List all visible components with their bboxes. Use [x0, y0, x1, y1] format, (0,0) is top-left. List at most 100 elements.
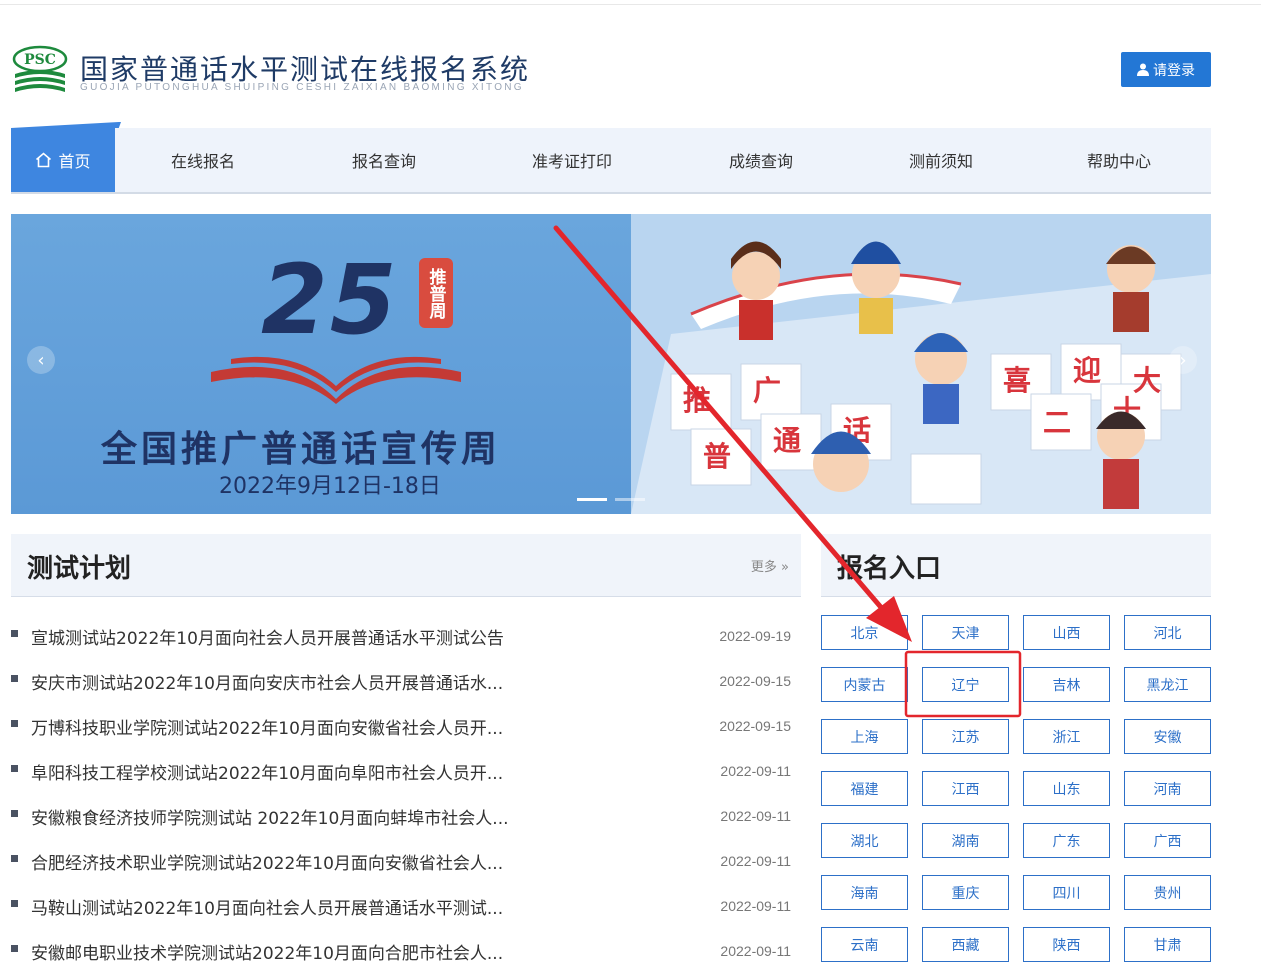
province-button[interactable]: 山西: [1023, 615, 1110, 650]
banner-title: 全国推广普通话宣传周: [101, 429, 502, 470]
news-date: 2022-09-19: [719, 628, 791, 644]
province-button[interactable]: 河北: [1124, 615, 1211, 650]
province-button[interactable]: 四川: [1023, 875, 1110, 910]
province-button[interactable]: 江西: [922, 771, 1009, 806]
home-icon: [36, 152, 52, 168]
tile-guang: 广: [753, 374, 781, 407]
banner-carousel[interactable]: 25 推普周 全国推广普通话宣传周 2022年9月12日-18日 推 广 普 通…: [11, 214, 1211, 514]
province-button[interactable]: 云南: [821, 927, 908, 962]
list-item[interactable]: 万博科技职业学院测试站2022年10月面向安徽省社会人员开... 2022-09-…: [11, 704, 791, 749]
province-button[interactable]: 广西: [1124, 823, 1211, 858]
news-title[interactable]: 宣城测试站2022年10月面向社会人员开展普通话水平测试公告: [31, 624, 531, 649]
province-button[interactable]: 北京: [821, 615, 908, 650]
site-subtitle: GUOJIA PUTONGHUA SHUIPING CESHI ZAIXIAN …: [80, 82, 524, 93]
entry-header: 报名入口: [821, 534, 1211, 597]
bullet-icon: [11, 720, 18, 727]
province-button[interactable]: 天津: [922, 615, 1009, 650]
svg-text:PSC: PSC: [24, 52, 56, 68]
user-icon: [1137, 63, 1149, 76]
province-button[interactable]: 吉林: [1023, 667, 1110, 702]
nav-admission-ticket[interactable]: 准考证打印: [477, 128, 667, 192]
news-title[interactable]: 安徽粮食经济技师学院测试站 2022年10月面向蚌埠市社会人...: [31, 804, 531, 829]
news-date: 2022-09-11: [720, 808, 791, 824]
list-item[interactable]: 马鞍山测试站2022年10月面向社会人员开展普通话水平测试... 2022-09-…: [11, 884, 791, 929]
province-button[interactable]: 甘肃: [1124, 927, 1211, 962]
bullet-icon: [11, 900, 18, 907]
nav-pre-test-notice[interactable]: 测前须知: [855, 128, 1027, 192]
more-link[interactable]: 更多 »: [751, 556, 789, 575]
province-grid: 北京 天津 山西 河北 内蒙古 辽宁 吉林 黑龙江 上海 江苏 浙江 安徽 福建…: [821, 615, 1213, 962]
login-button[interactable]: 请登录: [1121, 52, 1211, 87]
province-button[interactable]: 陕西: [1023, 927, 1110, 962]
plans-list: 宣城测试站2022年10月面向社会人员开展普通话水平测试公告 2022-09-19…: [11, 614, 791, 974]
province-button[interactable]: 贵州: [1124, 875, 1211, 910]
plans-title: 测试计划: [27, 554, 132, 584]
plans-header: 测试计划 更多 »: [11, 534, 801, 597]
province-button[interactable]: 重庆: [922, 875, 1009, 910]
news-title[interactable]: 安庆市测试站2022年10月面向安庆市社会人员开展普通话水...: [31, 669, 531, 694]
tile-pu: 普: [703, 440, 731, 473]
list-item[interactable]: 安庆市测试站2022年10月面向安庆市社会人员开展普通话水... 2022-09-…: [11, 659, 791, 704]
list-item[interactable]: 阜阳科技工程学校测试站2022年10月面向阜阳市社会人员开... 2022-09-…: [11, 749, 791, 794]
bullet-icon: [11, 675, 18, 682]
psc-logo: PSC: [12, 45, 68, 92]
list-item[interactable]: 安徽邮电职业技术学院测试站2022年10月面向合肥市社会人... 2022-09-…: [11, 929, 791, 974]
banner-number: 25: [261, 244, 399, 356]
login-label: 请登录: [1153, 62, 1195, 79]
news-title[interactable]: 万博科技职业学院测试站2022年10月面向安徽省社会人员开...: [31, 714, 531, 739]
book-icon: [211, 356, 461, 404]
province-button[interactable]: 安徽: [1124, 719, 1211, 754]
province-button[interactable]: 湖北: [821, 823, 908, 858]
list-item[interactable]: 宣城测试站2022年10月面向社会人员开展普通话水平测试公告 2022-09-19: [11, 614, 791, 659]
province-button[interactable]: 西藏: [922, 927, 1009, 962]
bullet-icon: [11, 630, 18, 637]
nav-score-query[interactable]: 成绩查询: [667, 128, 855, 192]
province-button[interactable]: 湖南: [922, 823, 1009, 858]
nav-home[interactable]: 首页: [11, 128, 115, 192]
banner-illustration: 推 广 普 通 话 喜 迎 二 十 大: [631, 214, 1211, 514]
banner-date: 2022年9月12日-18日: [219, 474, 441, 499]
nav-online-registration[interactable]: 在线报名: [115, 128, 291, 192]
carousel-dot-2[interactable]: [615, 498, 645, 501]
nav-registration-query[interactable]: 报名查询: [291, 128, 477, 192]
news-title[interactable]: 安徽邮电职业技术学院测试站2022年10月面向合肥市社会人...: [31, 939, 531, 964]
tile-ying: 迎: [1073, 354, 1101, 387]
bullet-icon: [11, 765, 18, 772]
news-title[interactable]: 马鞍山测试站2022年10月面向社会人员开展普通话水平测试...: [31, 894, 531, 919]
double-chevron-icon: »: [781, 560, 789, 575]
province-button[interactable]: 福建: [821, 771, 908, 806]
bullet-icon: [11, 855, 18, 862]
province-button[interactable]: 山东: [1023, 771, 1110, 806]
bullet-icon: [11, 945, 18, 952]
province-button[interactable]: 海南: [821, 875, 908, 910]
carousel-dot-1[interactable]: [577, 498, 607, 501]
carousel-prev-button[interactable]: ‹: [27, 346, 55, 374]
province-button[interactable]: 广东: [1023, 823, 1110, 858]
tile-xi: 喜: [1003, 364, 1031, 397]
news-date: 2022-09-11: [720, 943, 791, 959]
list-item[interactable]: 合肥经济技术职业学院测试站2022年10月面向安徽省社会人... 2022-09-…: [11, 839, 791, 884]
nav-home-label: 首页: [58, 152, 91, 171]
nav-help-center[interactable]: 帮助中心: [1027, 128, 1211, 192]
entry-title: 报名入口: [837, 554, 942, 584]
province-button[interactable]: 内蒙古: [821, 667, 908, 702]
news-date: 2022-09-11: [720, 853, 791, 869]
news-title[interactable]: 合肥经济技术职业学院测试站2022年10月面向安徽省社会人...: [31, 849, 531, 874]
news-date: 2022-09-11: [720, 763, 791, 779]
news-date: 2022-09-15: [719, 718, 791, 734]
province-button[interactable]: 上海: [821, 719, 908, 754]
province-button[interactable]: 江苏: [922, 719, 1009, 754]
list-item[interactable]: 安徽粮食经济技师学院测试站 2022年10月面向蚌埠市社会人... 2022-09…: [11, 794, 791, 839]
banner-tag: 推普周: [419, 258, 453, 328]
province-button[interactable]: 黑龙江: [1124, 667, 1211, 702]
tile-er: 二: [1043, 406, 1071, 439]
news-date: 2022-09-15: [719, 673, 791, 689]
province-button[interactable]: 河南: [1124, 771, 1211, 806]
province-button[interactable]: 浙江: [1023, 719, 1110, 754]
main-nav: 首页 在线报名 报名查询 准考证打印 成绩查询 测前须知 帮助中心: [11, 128, 1211, 194]
news-title[interactable]: 阜阳科技工程学校测试站2022年10月面向阜阳市社会人员开...: [31, 759, 531, 784]
banner-left: 25 推普周 全国推广普通话宣传周 2022年9月12日-18日: [11, 214, 651, 514]
top-border: [0, 0, 1261, 5]
province-button-liaoning[interactable]: 辽宁: [922, 667, 1009, 702]
carousel-next-button[interactable]: ›: [1169, 346, 1197, 374]
